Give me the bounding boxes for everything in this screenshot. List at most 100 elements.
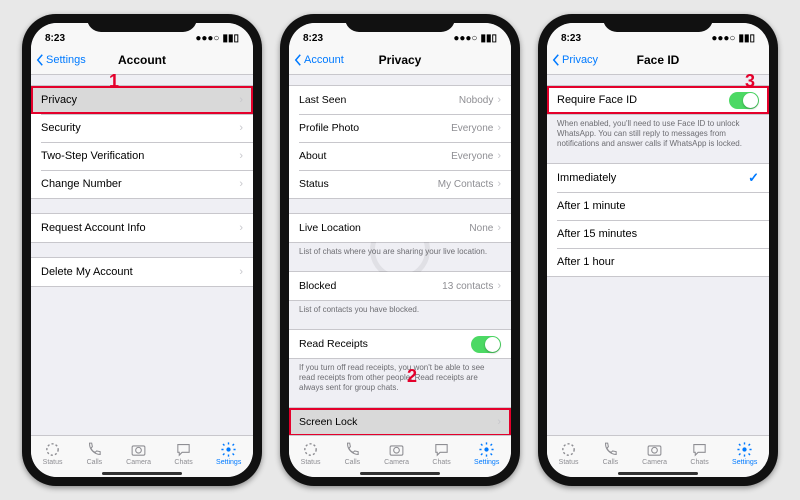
row-label: Security (41, 122, 239, 134)
settings-group: Screen Lock› (289, 407, 511, 435)
row-profile-photo[interactable]: Profile PhotoEveryone› (289, 114, 511, 142)
row-screen-lock[interactable]: Screen Lock› (289, 408, 511, 435)
row-read-receipts[interactable]: Read Receipts (289, 330, 511, 358)
back-label: Privacy (562, 54, 598, 66)
camera-icon (646, 441, 663, 458)
settings-group: Blocked13 contacts› (289, 271, 511, 301)
back-button[interactable]: Privacy (551, 54, 598, 66)
chevron-right-icon: › (497, 280, 501, 292)
tab-calls[interactable]: Calls (344, 441, 361, 466)
row-after-15-minutes[interactable]: After 15 minutes (547, 220, 769, 248)
settings-group: Read Receipts (289, 329, 511, 359)
row-label: Read Receipts (299, 338, 471, 350)
gear-icon (736, 441, 753, 458)
settings-group: Live LocationNone› (289, 213, 511, 243)
chevron-right-icon: › (497, 94, 501, 106)
tab-camera[interactable]: Camera (126, 441, 151, 466)
row-change-number[interactable]: Change Number › (31, 170, 253, 198)
tab-calls[interactable]: Calls (602, 441, 619, 466)
gear-icon (478, 441, 495, 458)
row-after-1-hour[interactable]: After 1 hour (547, 248, 769, 276)
status-time: 8:23 (303, 33, 323, 44)
row-live-location[interactable]: Live LocationNone› (289, 214, 511, 242)
row-value: None (469, 223, 493, 234)
chevron-right-icon: › (497, 122, 501, 134)
back-label: Account (304, 54, 344, 66)
home-indicator[interactable] (102, 472, 182, 475)
row-value: Nobody (459, 95, 493, 106)
tab-camera[interactable]: Camera (642, 441, 667, 466)
row-request-info[interactable]: Request Account Info › (31, 214, 253, 242)
chat-icon (433, 441, 450, 458)
toggle-switch[interactable] (471, 336, 501, 353)
row-value: Everyone (451, 123, 493, 134)
phone-1: 8:23 ●●●○ ▮▮▯ Settings Account 1 Privacy… (22, 14, 262, 486)
home-indicator[interactable] (360, 472, 440, 475)
phone-icon (602, 441, 619, 458)
tab-settings[interactable]: Settings (732, 441, 757, 466)
tab-status[interactable]: Status (43, 441, 63, 466)
row-after-1-minute[interactable]: After 1 minute (547, 192, 769, 220)
settings-group: Privacy › Security › Two-Step Verificati… (31, 85, 253, 199)
tab-chats[interactable]: Chats (174, 441, 192, 466)
row-status[interactable]: StatusMy Contacts› (289, 170, 511, 198)
row-label: Live Location (299, 222, 469, 234)
back-button[interactable]: Settings (35, 54, 86, 66)
nav-title: Privacy (379, 53, 422, 67)
chevron-left-icon (35, 54, 45, 66)
tab-label: Settings (474, 459, 499, 466)
nav-bar: Account Privacy (289, 45, 511, 75)
settings-group: Request Account Info › (31, 213, 253, 243)
signal-icon: ●●●○ (195, 33, 219, 44)
chevron-right-icon: › (239, 266, 243, 278)
tab-settings[interactable]: Settings (216, 441, 241, 466)
tab-status[interactable]: Status (559, 441, 579, 466)
nav-bar: Settings Account (31, 45, 253, 75)
row-label: After 15 minutes (557, 228, 759, 240)
row-two-step[interactable]: Two-Step Verification › (31, 142, 253, 170)
home-indicator[interactable] (618, 472, 698, 475)
back-button[interactable]: Account (293, 54, 344, 66)
row-blocked[interactable]: Blocked13 contacts› (289, 272, 511, 300)
tab-label: Camera (642, 459, 667, 466)
row-immediately[interactable]: Immediately✓ (547, 164, 769, 192)
status-time: 8:23 (561, 33, 581, 44)
row-value: Everyone (451, 151, 493, 162)
tab-bar: Status Calls Camera Chats Settings (289, 435, 511, 477)
row-require-face-id[interactable]: Require Face ID (547, 86, 769, 114)
row-about[interactable]: AboutEveryone› (289, 142, 511, 170)
group-footer: When enabled, you'll need to use Face ID… (547, 115, 769, 149)
tab-bar: Status Calls Camera Chats Settings (31, 435, 253, 477)
settings-group: Last SeenNobody› Profile PhotoEveryone› … (289, 85, 511, 199)
row-label: After 1 minute (557, 200, 759, 212)
annotation-step-1: 1 (109, 71, 119, 92)
group-footer: List of chats where you are sharing your… (289, 243, 511, 257)
annotation-step-3: 3 (745, 71, 755, 92)
toggle-switch[interactable] (729, 92, 759, 109)
row-security[interactable]: Security › (31, 114, 253, 142)
signal-icon: ●●●○ (453, 33, 477, 44)
chevron-left-icon (551, 54, 561, 66)
nav-title: Account (118, 53, 166, 67)
tab-settings[interactable]: Settings (474, 441, 499, 466)
gear-icon (220, 441, 237, 458)
tab-status[interactable]: Status (301, 441, 321, 466)
chat-icon (175, 441, 192, 458)
content-area[interactable]: Last SeenNobody› Profile PhotoEveryone› … (289, 75, 511, 435)
row-last-seen[interactable]: Last SeenNobody› (289, 86, 511, 114)
row-delete-account[interactable]: Delete My Account › (31, 258, 253, 286)
row-label: Change Number (41, 178, 239, 190)
phone-icon (344, 441, 361, 458)
tab-chats[interactable]: Chats (690, 441, 708, 466)
tab-label: Status (559, 459, 579, 466)
tab-camera[interactable]: Camera (384, 441, 409, 466)
row-privacy[interactable]: Privacy › (31, 86, 253, 114)
row-label: Request Account Info (41, 222, 239, 234)
status-time: 8:23 (45, 33, 65, 44)
tab-chats[interactable]: Chats (432, 441, 450, 466)
tab-calls[interactable]: Calls (86, 441, 103, 466)
content-area: Privacy › Security › Two-Step Verificati… (31, 75, 253, 435)
tab-label: Settings (216, 459, 241, 466)
row-label: Status (299, 178, 438, 190)
row-label: Delete My Account (41, 266, 239, 278)
